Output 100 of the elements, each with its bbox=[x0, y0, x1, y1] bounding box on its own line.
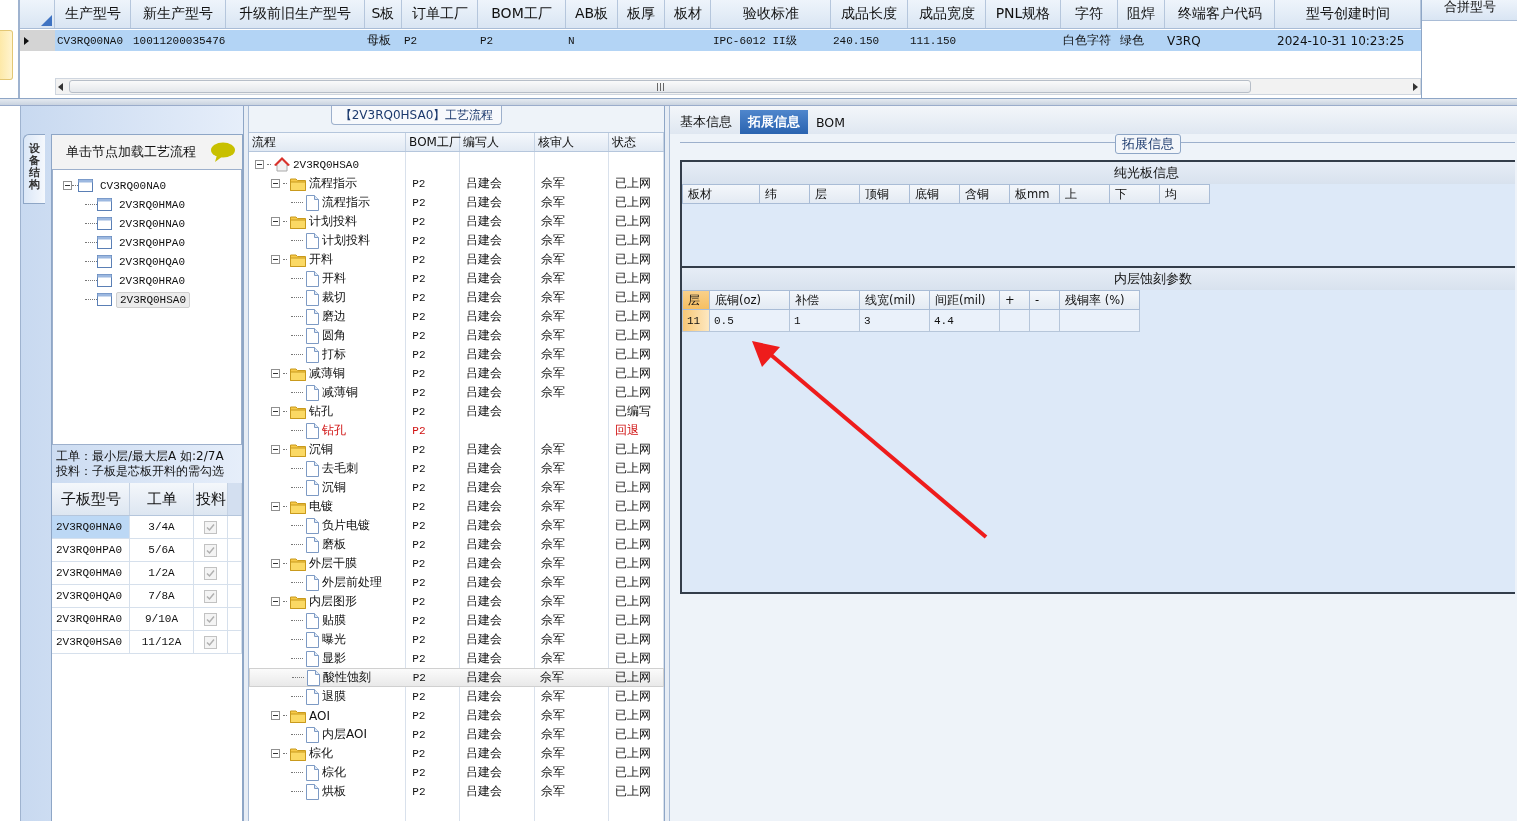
column-header[interactable]: 字符 bbox=[1061, 0, 1118, 28]
column-header[interactable]: 间距(mil) bbox=[930, 290, 1000, 310]
tab[interactable]: 拓展信息 bbox=[740, 110, 808, 134]
side-tab[interactable]: 设备结构 bbox=[23, 134, 45, 204]
expander-toggle[interactable] bbox=[271, 255, 280, 264]
tree-row[interactable]: 负片电镀 P2 吕建会 佘军 已上网 bbox=[249, 516, 664, 535]
column-header[interactable]: AB板 bbox=[566, 0, 618, 28]
tree-row[interactable]: 酸性蚀刻 P2 吕建会 佘军 已上网 bbox=[249, 668, 664, 687]
tree-row[interactable]: 计划投料 P2 吕建会 佘军 已上网 bbox=[249, 212, 664, 231]
column-header[interactable]: 工单 bbox=[130, 483, 194, 515]
tree-row[interactable]: 磨板 P2 吕建会 佘军 已上网 bbox=[249, 535, 664, 554]
column-header[interactable]: 编写人 bbox=[460, 133, 535, 151]
column-header[interactable]: 生产型号 bbox=[55, 0, 131, 28]
column-header[interactable]: 板材 bbox=[665, 0, 711, 28]
expander-toggle[interactable] bbox=[271, 597, 280, 606]
tree-row[interactable]: 棕化 P2 吕建会 佘军 已上网 bbox=[249, 763, 664, 782]
tree-node[interactable]: 2V3RQ0HMA0 bbox=[116, 197, 188, 212]
horizontal-scrollbar[interactable] bbox=[55, 78, 1421, 95]
expander-toggle[interactable] bbox=[271, 369, 280, 378]
expander-toggle[interactable] bbox=[271, 502, 280, 511]
column-header[interactable]: 下 bbox=[1110, 184, 1160, 204]
tree-row[interactable]: 钻孔 P2 吕建会 已编写 bbox=[249, 402, 664, 421]
tree-row[interactable]: 曝光 P2 吕建会 佘军 已上网 bbox=[249, 630, 664, 649]
tree-row[interactable]: 显影 P2 吕建会 佘军 已上网 bbox=[249, 649, 664, 668]
column-header[interactable]: 板材 bbox=[682, 184, 760, 204]
column-header[interactable]: BOM工厂 bbox=[478, 0, 566, 28]
column-header[interactable]: 核审人 bbox=[534, 133, 610, 151]
tree-row[interactable]: 减薄铜 P2 吕建会 佘军 已上网 bbox=[249, 364, 664, 383]
tree-row[interactable]: 外层干膜 P2 吕建会 佘军 已上网 bbox=[249, 554, 664, 573]
column-header[interactable]: 成品长度 bbox=[831, 0, 908, 28]
tree-node[interactable]: 2V3RQ0HRA0 bbox=[116, 273, 188, 288]
tree-row[interactable]: 开料 P2 吕建会 佘军 已上网 bbox=[249, 250, 664, 269]
tree-row[interactable]: 计划投料 P2 吕建会 佘军 已上网 bbox=[249, 231, 664, 250]
tab[interactable]: BOM bbox=[810, 110, 851, 134]
tree-row[interactable]: 贴膜 P2 吕建会 佘军 已上网 bbox=[249, 611, 664, 630]
tree-row[interactable]: 磨边 P2 吕建会 佘军 已上网 bbox=[249, 307, 664, 326]
column-header[interactable]: PNL规格 bbox=[986, 0, 1061, 28]
tree-node[interactable]: 2V3RQ0HPA0 bbox=[116, 235, 188, 250]
tab[interactable]: 基本信息 bbox=[674, 110, 738, 134]
tree-row[interactable]: 钻孔 P2 回退 bbox=[249, 421, 664, 440]
scroll-right-icon[interactable] bbox=[1410, 81, 1420, 92]
column-header[interactable]: 板mm bbox=[1010, 184, 1060, 204]
tree-row[interactable]: 流程指示 P2 吕建会 佘军 已上网 bbox=[249, 193, 664, 212]
tree-row[interactable]: 棕化 P2 吕建会 佘军 已上网 bbox=[249, 744, 664, 763]
grid-row[interactable]: CV3RQ00NA0 10011200035476 母板 P2 P2 N IPC-6012 II级 240.150 111.150 白色字符 绿色 V3RQ 2024-10-31 10:23:25 bbox=[20, 30, 1421, 51]
expander-toggle[interactable] bbox=[255, 160, 264, 169]
expander-toggle[interactable] bbox=[271, 559, 280, 568]
column-header[interactable]: BOM工厂 bbox=[406, 133, 461, 151]
tree-row[interactable]: 电镀 P2 吕建会 佘军 已上网 bbox=[249, 497, 664, 516]
column-header[interactable]: 订单工厂 bbox=[402, 0, 478, 28]
column-header[interactable]: 上 bbox=[1060, 184, 1110, 204]
tree-row[interactable]: 沉铜 P2 吕建会 佘军 已上网 bbox=[249, 440, 664, 459]
tree-row[interactable]: 开料 P2 吕建会 佘军 已上网 bbox=[249, 269, 664, 288]
tree-row[interactable]: 内层AOI P2 吕建会 佘军 已上网 bbox=[249, 725, 664, 744]
tree-row[interactable]: 去毛刺 P2 吕建会 佘军 已上网 bbox=[249, 459, 664, 478]
column-header[interactable]: 板厚 bbox=[618, 0, 665, 28]
column-header[interactable]: 底铜 bbox=[910, 184, 960, 204]
column-header[interactable]: 层 bbox=[682, 290, 710, 310]
column-header[interactable]: 含铜 bbox=[960, 184, 1010, 204]
column-header[interactable]: 合拼型号 bbox=[1422, 0, 1517, 21]
column-header[interactable]: 底铜(oz) bbox=[710, 290, 790, 310]
expander-toggle[interactable] bbox=[271, 711, 280, 720]
column-header[interactable]: S板 bbox=[365, 0, 402, 28]
column-header[interactable]: 纬 bbox=[760, 184, 810, 204]
tree-node[interactable]: 2V3RQ0HNA0 bbox=[116, 216, 188, 231]
tree-row[interactable]: 裁切 P2 吕建会 佘军 已上网 bbox=[249, 288, 664, 307]
tree-row[interactable]: 烘板 P2 吕建会 佘军 已上网 bbox=[249, 782, 664, 801]
tree-row[interactable]: AOI P2 吕建会 佘军 已上网 bbox=[249, 706, 664, 725]
column-header[interactable]: 均 bbox=[1160, 184, 1210, 204]
column-header[interactable]: 型号创建时间 bbox=[1275, 0, 1421, 28]
expander-toggle[interactable] bbox=[271, 407, 280, 416]
column-header[interactable]: - bbox=[1030, 290, 1060, 310]
tree-row[interactable]: 内层图形 P2 吕建会 佘军 已上网 bbox=[249, 592, 664, 611]
tree-node[interactable]: 2V3RQ0HSA0 bbox=[116, 291, 190, 308]
column-header[interactable]: 顶铜 bbox=[860, 184, 910, 204]
expander-toggle[interactable] bbox=[271, 179, 280, 188]
column-header[interactable]: 升级前旧生产型号 bbox=[226, 0, 365, 28]
column-header[interactable]: 终端客户代码 bbox=[1165, 0, 1275, 28]
table-cell[interactable]: 11 bbox=[682, 310, 710, 332]
column-header[interactable]: 流程 bbox=[249, 133, 407, 151]
column-header[interactable]: 阻焊 bbox=[1118, 0, 1165, 28]
column-header[interactable]: 成品宽度 bbox=[908, 0, 986, 28]
tree-row[interactable]: 圆角 P2 吕建会 佘军 已上网 bbox=[249, 326, 664, 345]
column-header[interactable]: 状态 bbox=[609, 133, 664, 151]
tree-row[interactable]: 减薄铜 P2 吕建会 佘军 已上网 bbox=[249, 383, 664, 402]
column-header[interactable]: + bbox=[1000, 290, 1030, 310]
column-header[interactable]: 新生产型号 bbox=[131, 0, 226, 28]
column-header[interactable]: 残铜率 (%) bbox=[1060, 290, 1140, 310]
tree-node[interactable]: 2V3RQ0HQA0 bbox=[116, 254, 188, 269]
column-header[interactable]: 线宽(mil) bbox=[860, 290, 930, 310]
tree-row[interactable]: 流程指示 P2 吕建会 佘军 已上网 bbox=[249, 174, 664, 193]
expander-toggle[interactable] bbox=[63, 181, 72, 190]
tree-row[interactable]: 外层前处理 P2 吕建会 佘军 已上网 bbox=[249, 573, 664, 592]
expander-toggle[interactable] bbox=[271, 217, 280, 226]
scroll-left-icon[interactable] bbox=[56, 81, 66, 92]
column-header[interactable]: 补偿 bbox=[790, 290, 860, 310]
tree-node[interactable]: CV3RQ00NA0 bbox=[97, 178, 169, 193]
expander-toggle[interactable] bbox=[271, 749, 280, 758]
column-header[interactable]: 子板型号 bbox=[52, 483, 130, 515]
expander-toggle[interactable] bbox=[271, 445, 280, 454]
